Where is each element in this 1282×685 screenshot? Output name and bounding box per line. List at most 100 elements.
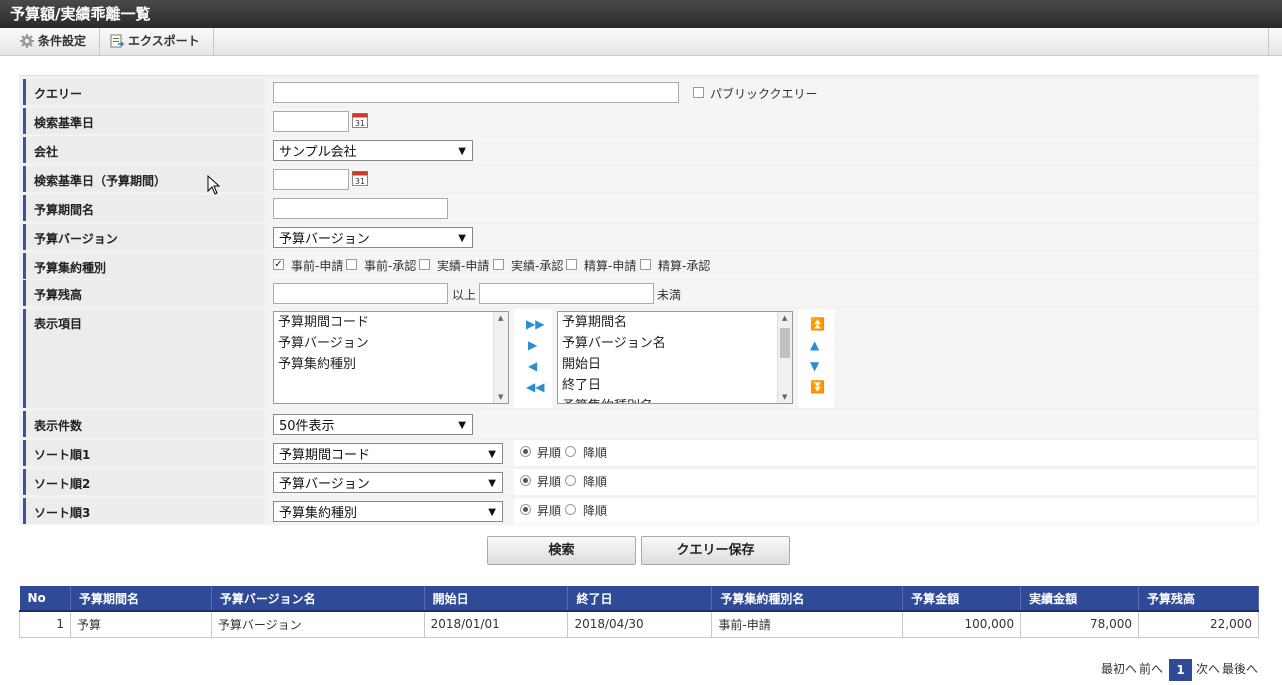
aggregation-option-1: 事前-申請 [291, 259, 344, 273]
order-buttons: ⏫ ▲ ▼ ⏬ [798, 309, 834, 408]
pager-first[interactable]: 最初へ [1101, 660, 1137, 677]
pager-next[interactable]: 次へ [1196, 660, 1220, 677]
version-value: 予算バージョン [279, 232, 370, 247]
pager-prev[interactable]: 前へ [1139, 660, 1163, 677]
sort1-desc-radio[interactable] [565, 446, 576, 457]
version-select[interactable]: 予算バージョン ▼ [273, 227, 473, 248]
scrollbar[interactable]: ▲ ▼ [493, 312, 508, 403]
col-period-name[interactable]: 予算期間名 [70, 586, 212, 612]
public-query-checkbox[interactable] [693, 87, 704, 98]
export-button[interactable]: エクスポート [100, 28, 214, 55]
mouse-cursor-icon [207, 175, 221, 195]
sort3-desc-radio[interactable] [565, 504, 576, 515]
count-select[interactable]: 50件表示 ▼ [273, 414, 473, 435]
search-button[interactable]: 検索 [487, 536, 636, 565]
base-date-input[interactable] [273, 111, 349, 132]
base-date-period-input[interactable] [273, 169, 349, 190]
scroll-down-icon[interactable]: ▼ [498, 393, 503, 401]
sort3-value: 予算集約種別 [279, 506, 358, 521]
move-left-icon[interactable]: ◀ [528, 359, 537, 373]
sort2-asc-radio[interactable] [520, 475, 531, 486]
settings-button[interactable]: 条件設定 [10, 28, 100, 55]
row-balance: 予算残高 以上 未満 [23, 280, 1257, 306]
export-label: エクスポート [128, 34, 200, 48]
toolbar: 条件設定 エクスポート [0, 28, 1282, 56]
transfer-buttons: ▶▶ ▶ ◀ ◀◀ [514, 309, 552, 408]
col-aggregation-name[interactable]: 予算集約種別名 [711, 586, 904, 612]
aggregation-checkbox-6[interactable] [640, 259, 651, 270]
list-item[interactable]: 開始日 [558, 354, 792, 375]
save-query-button[interactable]: クエリー保存 [641, 536, 790, 565]
query-input[interactable] [273, 82, 679, 103]
calendar-icon[interactable]: 31 [352, 170, 368, 186]
move-right-icon[interactable]: ▶ [528, 338, 537, 352]
cell-version-name: 予算バージョン [210, 610, 425, 638]
pager-current[interactable]: 1 [1169, 659, 1192, 681]
table-header: No 予算期間名 予算バージョン名 開始日 終了日 予算集約種別名 予算金額 実… [19, 586, 1260, 612]
list-item[interactable]: 予算バージョン [274, 333, 508, 354]
aggregation-option-2: 事前-承認 [364, 259, 417, 273]
col-version-name[interactable]: 予算バージョン名 [211, 586, 425, 612]
aggregation-checkbox-4[interactable] [493, 259, 504, 270]
sort2-select[interactable]: 予算バージョン ▼ [273, 472, 503, 493]
sort1-select[interactable]: 予算期間コード ▼ [273, 443, 503, 464]
company-value: サンプル会社 [279, 145, 357, 160]
list-item[interactable]: 予算バージョン名 [558, 333, 792, 354]
list-item[interactable]: 予算期間名 [558, 312, 792, 333]
sort1-value: 予算期間コード [279, 448, 371, 463]
cell-period-name: 予算 [69, 610, 212, 638]
version-label: 予算バージョン [23, 224, 264, 250]
sort3-desc-label: 降順 [583, 504, 608, 518]
move-bottom-icon[interactable]: ⏬ [810, 380, 825, 394]
aggregation-checkbox-2[interactable] [346, 259, 357, 270]
col-actual-amount[interactable]: 実績金額 [1020, 586, 1139, 612]
col-budget-amount[interactable]: 予算金額 [902, 586, 1022, 612]
sort1-asc-radio[interactable] [520, 446, 531, 457]
list-item[interactable]: 終了日 [558, 375, 792, 396]
list-item[interactable]: 予算集約種別 [274, 354, 508, 375]
balance-from-suffix: 以上 [452, 288, 477, 302]
aggregation-checkbox-1[interactable]: ✓ [273, 259, 284, 270]
scroll-up-icon[interactable]: ▲ [782, 314, 787, 322]
cell-start-date: 2018/01/01 [423, 610, 569, 638]
balance-from-input[interactable] [273, 283, 448, 304]
cell-actual-amount: 78,000 [1020, 610, 1139, 638]
col-no[interactable]: No [19, 586, 71, 612]
aggregation-checkbox-3[interactable] [419, 259, 430, 270]
svg-text:31: 31 [355, 119, 365, 128]
sort2-desc-radio[interactable] [565, 475, 576, 486]
aggregation-checkbox-5[interactable] [566, 259, 577, 270]
table-row[interactable]: 1 予算 予算バージョン 2018/01/01 2018/04/30 事前-申請… [19, 610, 1260, 638]
row-sort1: ソート順1 予算期間コード ▼ 昇順 降順 [23, 440, 1257, 466]
row-base-date: 検索基準日 31 [23, 108, 1257, 134]
balance-to-input[interactable] [479, 283, 654, 304]
move-down-icon[interactable]: ▼ [810, 359, 819, 373]
move-top-icon[interactable]: ⏫ [810, 317, 825, 331]
calendar-icon[interactable]: 31 [352, 112, 368, 128]
results-table: No 予算期間名 予算バージョン名 開始日 終了日 予算集約種別名 予算金額 実… [19, 586, 1260, 638]
company-select[interactable]: サンプル会社 ▼ [273, 140, 473, 161]
sort3-select[interactable]: 予算集約種別 ▼ [273, 501, 503, 522]
period-name-input[interactable] [273, 198, 448, 219]
aggregation-option-4: 実績-承認 [511, 259, 564, 273]
scroll-thumb[interactable] [780, 328, 790, 358]
sort1-label: ソート順1 [23, 440, 264, 466]
move-all-left-icon[interactable]: ◀◀ [526, 380, 544, 394]
pager-last[interactable]: 最後へ [1222, 660, 1258, 677]
selected-items-list[interactable]: 予算期間名 予算バージョン名 開始日 終了日 予算集約種別名 ▲ ▼ [557, 311, 793, 404]
row-sort2: ソート順2 予算バージョン ▼ 昇順 降順 [23, 469, 1257, 495]
scroll-down-icon[interactable]: ▼ [782, 393, 787, 401]
sort2-label: ソート順2 [23, 469, 264, 495]
col-end-date[interactable]: 終了日 [567, 586, 713, 612]
col-start-date[interactable]: 開始日 [424, 586, 569, 612]
list-item[interactable]: 予算集約種別名 [558, 396, 792, 403]
sort3-asc-radio[interactable] [520, 504, 531, 515]
available-items-list[interactable]: 予算期間コード 予算バージョン 予算集約種別 ▲ ▼ [273, 311, 509, 404]
export-icon [110, 34, 124, 48]
list-item[interactable]: 予算期間コード [274, 312, 508, 333]
col-balance[interactable]: 予算残高 [1138, 586, 1260, 612]
move-up-icon[interactable]: ▲ [810, 338, 819, 352]
move-all-right-icon[interactable]: ▶▶ [526, 317, 544, 331]
scroll-up-icon[interactable]: ▲ [498, 314, 503, 322]
scrollbar[interactable]: ▲ ▼ [777, 312, 792, 403]
